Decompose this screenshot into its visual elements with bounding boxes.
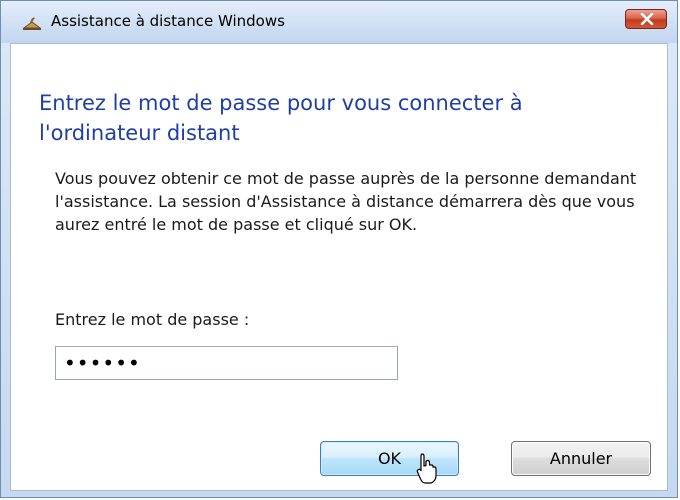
password-label: Entrez le mot de passe : — [55, 310, 250, 329]
dialog-content: Entrez le mot de passe pour vous connect… — [10, 43, 668, 491]
title-bar[interactable]: Assistance à distance Windows — [1, 1, 677, 43]
remote-assistance-icon — [21, 13, 43, 33]
close-button[interactable] — [625, 9, 667, 29]
main-instruction: Entrez le mot de passe pour vous connect… — [39, 91, 523, 145]
description-text: Vous pouvez obtenir ce mot de passe aupr… — [55, 169, 637, 234]
cancel-button[interactable]: Annuler — [511, 441, 651, 476]
window-title: Assistance à distance Windows — [51, 12, 285, 30]
ok-button[interactable]: OK — [320, 441, 459, 476]
dialog-window: Assistance à distance Windows Entrez le … — [0, 0, 678, 498]
mouse-pointer-icon — [416, 453, 437, 484]
password-field[interactable] — [55, 346, 398, 380]
close-icon — [640, 13, 654, 25]
